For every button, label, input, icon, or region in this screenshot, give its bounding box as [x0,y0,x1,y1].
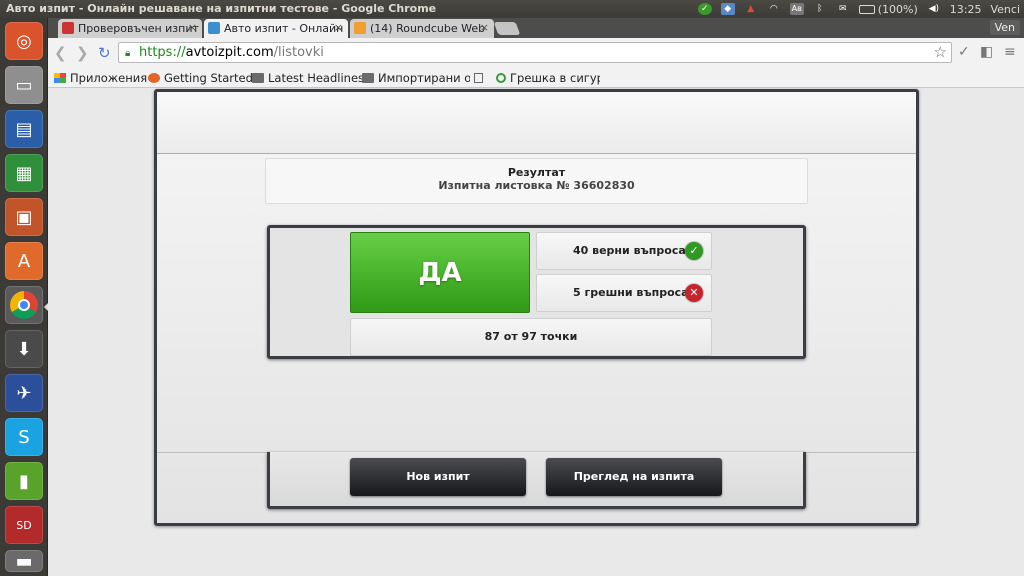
bluetooth-icon[interactable]: ᛒ [813,3,827,15]
package-icon[interactable]: ▮ [5,462,43,500]
cross-circle-icon: ✕ [685,284,703,302]
url-path: /listovki [273,45,324,60]
result-header: Резултат Изпитна листовка № 36602830 [265,158,808,204]
correct-answers-stat: 40 верни въпроса ✓ [536,232,712,270]
url-host: avtoizpit.com [185,45,274,60]
battery-icon [858,4,875,14]
bookmark-label: Getting Started [164,71,253,85]
lock-icon: 🔒︎ [125,48,131,59]
back-icon[interactable]: ❮ [54,45,67,61]
wrong-answers-stat: 5 грешни въпроса ✕ [536,274,712,312]
correct-answers-label: 40 верни въпроса [573,244,686,257]
result-panel: ДА 40 верни въпроса ✓ 5 грешни въпроса ✕… [267,225,806,359]
thunderbird-icon[interactable]: ✈ [5,374,43,412]
tab-proverovachen[interactable]: Проверовъчен изпит × [58,19,202,38]
menu-icon[interactable]: ≡ [1004,44,1016,60]
files-icon[interactable]: ▭ [5,66,43,104]
tab-title: Проверовъчен изпит [78,22,199,35]
bookmarks-bar: Приложения Getting Started Latest Headli… [48,68,1024,88]
check-circle-icon: ✓ [685,242,703,260]
bookmark-getting-started[interactable]: Getting Started [148,71,253,85]
forward-icon[interactable]: ❯ [76,45,89,61]
address-bar[interactable]: 🔒︎ https://avtoizpit.com/listovki ☆ [118,42,952,63]
exam-sheet-number: Изпитна листовка № 36602830 [438,179,635,192]
bookmark-imported[interactable]: Импортирани от [362,71,470,85]
battery-percent: (100%) [877,2,918,16]
browser-toolbar: ❮ ❯ ↻ 🔒︎ https://avtoizpit.com/listovki ☆… [48,38,1024,68]
system-tray: ✓ ◆ ▲ ◠ Ав ᛒ ✉ (100%) ◀) 13:25 Venci [697,0,1020,18]
tab-close-icon[interactable]: × [480,21,489,34]
warning-icon[interactable]: ▲ [744,3,758,15]
reload-icon[interactable]: ↻ [98,45,111,61]
extension-icon[interactable]: ◧ [980,44,993,60]
dropbox-icon[interactable]: ◆ [720,3,735,15]
firefox-icon [148,73,160,83]
system-top-panel: Авто изпит - Онлайн решаване на изпитни … [0,0,1024,18]
tab-favicon [208,22,220,34]
web-page: Резултат Изпитна листовка № 36602830 ДА … [48,89,1024,576]
session-user[interactable]: Venci [990,3,1020,16]
writer-icon[interactable]: ▤ [5,110,43,148]
mail-icon[interactable]: ✉ [836,3,850,15]
ubuntu-launcher: ◎ ▭ ▤ ▦ ▣ A ⬇ ✈ S ▮ SD ▬ [0,18,48,576]
sd-card-icon[interactable]: SD [5,506,43,544]
battery-indicator[interactable]: (100%) [858,2,918,16]
chrome-icon[interactable] [5,286,43,324]
bookmark-star-icon[interactable]: ☆ [934,43,947,61]
tab-title: Авто изпит - Онлайн [224,22,344,35]
bookmark-latest-headlines[interactable]: Latest Headlines [252,71,364,85]
refresh-icon [496,73,506,83]
tab-title: (14) Roundcube Web [370,22,486,35]
apps-grid-icon [54,73,66,83]
bookmark-label: Импортирани от [378,71,470,85]
bookmark-label: Приложения [70,71,148,85]
tab-avtoizpit[interactable]: Авто изпит - Онлайн × [204,19,348,38]
keyboard-layout-indicator[interactable]: Ав [789,3,804,15]
impress-icon[interactable]: ▣ [5,198,43,236]
bookmark-page[interactable] [474,71,487,85]
review-exam-button[interactable]: Преглед на изпита [546,458,722,496]
bookmark-apps[interactable]: Приложения [54,71,147,85]
clock[interactable]: 13:25 [950,3,982,16]
page-icon [474,73,483,83]
extension-check-icon[interactable]: ✓ [958,44,970,60]
exam-result-frame: Резултат Изпитна листовка № 36602830 ДА … [154,89,919,526]
tab-favicon [354,22,366,34]
window-title: Авто изпит - Онлайн решаване на изпитни … [6,2,437,15]
volume-icon[interactable]: ◀) [927,3,941,15]
tab-favicon [62,22,74,34]
software-center-icon[interactable]: A [5,242,43,280]
verdict-pass-badge: ДА [350,232,530,313]
url-scheme: https:// [139,45,186,60]
profile-button[interactable]: Ven [989,20,1020,35]
calc-icon[interactable]: ▦ [5,154,43,192]
bookmark-security-error[interactable]: Грешка в сигурн [496,71,600,85]
ubuntu-dash-icon[interactable]: ◎ [5,22,43,60]
wrong-answers-label: 5 грешни въпроса [573,286,689,299]
tab-strip: Проверовъчен изпит × Авто изпит - Онлайн… [48,18,1024,38]
points-summary: 87 от 97 точки [350,318,712,356]
tab-roundcube[interactable]: (14) Roundcube Web × [350,19,494,38]
chrome-logo [10,291,38,319]
bookmark-label: Грешка в сигурн [510,71,600,85]
tab-close-icon[interactable]: × [334,21,343,34]
wifi-icon[interactable]: ◠ [767,3,781,15]
sync-check-icon[interactable]: ✓ [697,3,712,15]
result-title: Резултат [507,166,566,179]
download-icon[interactable]: ⬇ [5,330,43,368]
new-exam-button[interactable]: Нов изпит [350,458,526,496]
new-tab-button[interactable] [493,22,521,35]
bookmark-label: Latest Headlines [268,71,365,85]
folder-icon [252,73,264,83]
browser-window: Проверовъчен изпит × Авто изпит - Онлайн… [48,18,1024,576]
frame-header [157,92,916,154]
skype-icon[interactable]: S [5,418,43,456]
folder-icon [362,73,374,83]
action-panel: Нов изпит Преглед на изпита [267,452,806,509]
tab-close-icon[interactable]: × [188,21,197,34]
trash-icon[interactable]: ▬ [5,550,43,572]
